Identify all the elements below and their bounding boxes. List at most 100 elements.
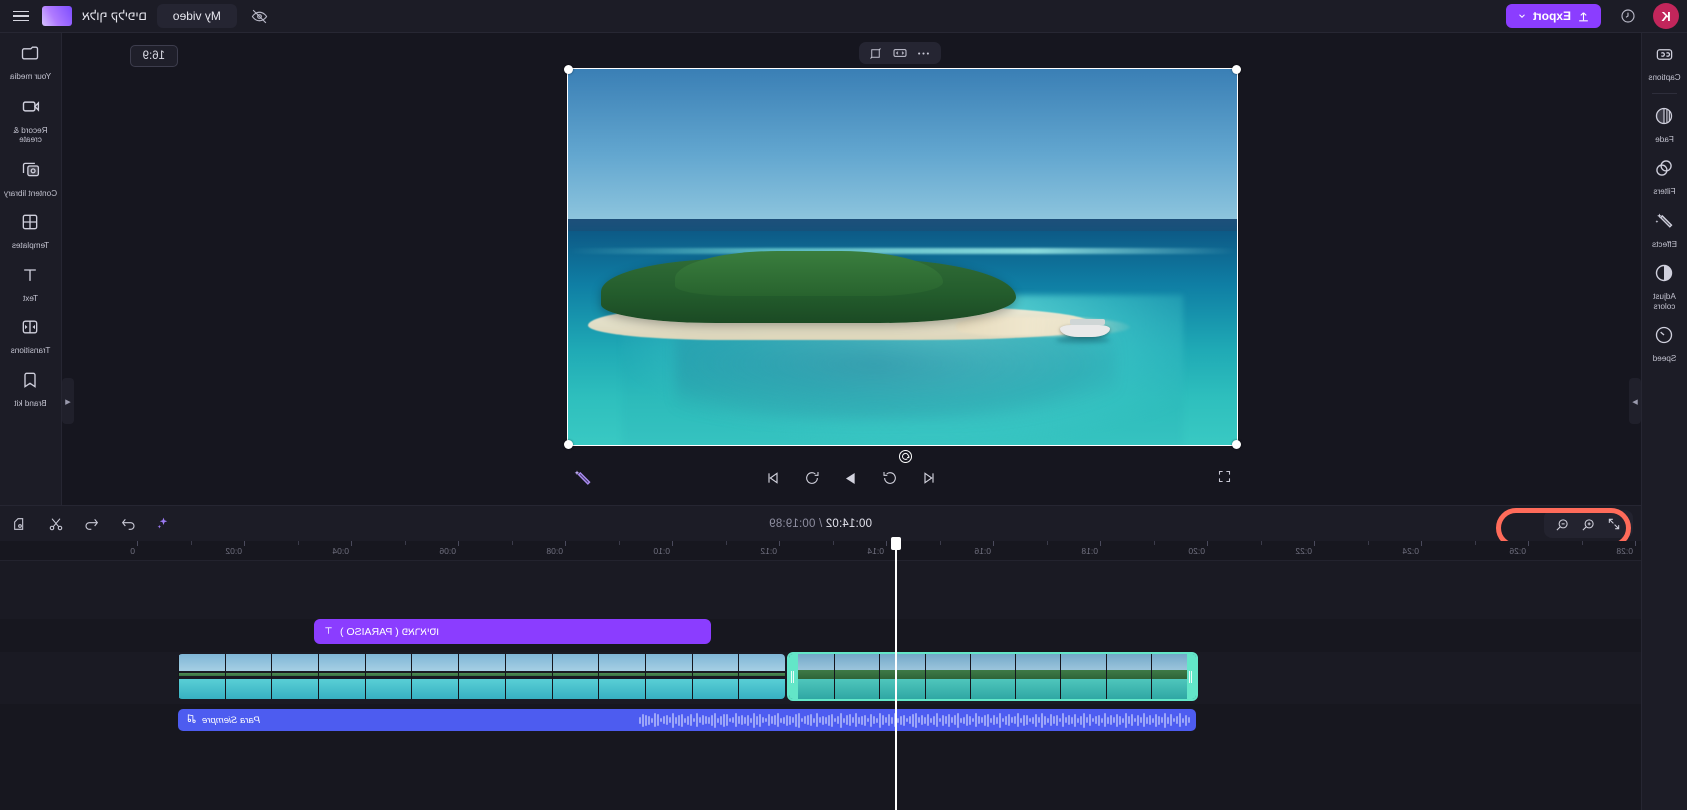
thumbnail [691, 654, 739, 699]
app-logo[interactable]: K [1653, 3, 1679, 29]
rail-item-effects[interactable]: Effects [1642, 203, 1687, 256]
rotate-flip-icon[interactable] [865, 44, 887, 62]
selection-handle-tr[interactable] [564, 65, 573, 74]
thumbnail [224, 654, 272, 699]
rail-item-speed[interactable]: Speed [1642, 317, 1687, 370]
history-icon[interactable] [1615, 3, 1641, 29]
zoom-out-icon[interactable] [1552, 514, 1573, 535]
preview-sky [568, 69, 1237, 224]
timeline-edit-tools [10, 514, 174, 534]
rail-label: Your media [9, 72, 52, 81]
content-library-icon [20, 159, 41, 185]
text-t-icon [323, 625, 334, 639]
more-options-icon[interactable] [913, 44, 935, 62]
brand-kit-icon [21, 370, 41, 395]
collapse-right-panel-button[interactable]: ◂ [62, 378, 74, 424]
hamburger-menu-icon[interactable] [10, 8, 32, 25]
effects-wand-icon [1655, 211, 1675, 236]
time-separator: / [815, 517, 826, 530]
trim-handle-right[interactable] [789, 654, 798, 699]
timeline-ruler[interactable]: 0 0:02 0:04 0:06 0:08 0:10 0:12 0:14 0:1… [0, 541, 1641, 561]
selection-handle-bl[interactable] [1232, 440, 1241, 449]
selection-handle-tl[interactable] [1232, 65, 1241, 74]
rail-item-brand-kit[interactable]: Brand kit [0, 362, 61, 415]
transitions-icon [21, 317, 41, 342]
preview-reef-line [568, 247, 1237, 255]
audio-waveform [178, 709, 1196, 731]
thumbnail [969, 654, 1016, 699]
fullscreen-icon[interactable] [1217, 469, 1232, 489]
rail-label: Fade [1655, 134, 1674, 144]
collapse-left-panel-button[interactable]: ▸ [1629, 378, 1641, 424]
timecode-display: 00:14:02 / 00:19:89 [769, 518, 872, 530]
text-t-icon [21, 265, 41, 290]
selection-handle-br[interactable] [564, 440, 573, 449]
top-bar-right: My video אלוף קליפים [0, 3, 273, 29]
transport-controls [763, 467, 941, 489]
audio-clip-label: Para Siempre [202, 714, 261, 726]
rail-label: Filters [1653, 187, 1676, 196]
audio-clip[interactable]: Para Siempre [178, 709, 1196, 731]
rail-item-templates[interactable]: Templates [0, 204, 61, 257]
rail-item-record-create[interactable]: Record & create [0, 88, 61, 151]
filters-icon [1655, 158, 1675, 183]
rotate-handle-icon[interactable] [899, 450, 912, 463]
rail-divider [1652, 92, 1677, 94]
ai-magic-wand-icon[interactable] [572, 468, 592, 493]
thumbnail [738, 654, 785, 699]
rail-item-content-library[interactable]: Content library [0, 151, 61, 205]
upload-icon [1579, 11, 1588, 21]
music-note-icon [186, 711, 197, 729]
skip-to-end-icon[interactable] [763, 467, 785, 489]
zoom-in-icon[interactable] [1578, 514, 1599, 535]
video-clip-selected[interactable] [787, 652, 1198, 701]
undo-icon[interactable] [82, 514, 102, 534]
duplicate-icon[interactable] [10, 514, 30, 534]
app-logo-letter: K [1661, 8, 1671, 24]
fit-to-screen-icon[interactable] [1604, 514, 1625, 535]
rail-item-text[interactable]: Text [0, 257, 61, 310]
project-name-field[interactable]: My video [156, 4, 237, 28]
rail-item-captions[interactable]: Captions [1642, 33, 1687, 89]
aspect-ratio-badge[interactable]: 16:9 [129, 45, 178, 67]
eye-off-icon[interactable] [247, 3, 273, 29]
rail-item-your-media[interactable]: Your media [0, 33, 61, 88]
thumbnail [318, 654, 365, 699]
account-name: אלוף קליפים [82, 9, 147, 23]
rail-item-filters[interactable]: Filters [1642, 150, 1687, 203]
timeline-tracks[interactable]: פאראיסו ( PARAISO ) Para Siempre [0, 561, 1641, 810]
account-avatar[interactable] [42, 6, 72, 26]
rail-item-fade[interactable]: Fade [1642, 98, 1687, 151]
total-time: 00:19:89 [769, 517, 816, 530]
redo-icon[interactable] [118, 514, 138, 534]
text-clip-label: פאראיסו ( PARAISO ) [340, 625, 439, 638]
rewind-5s-icon[interactable] [880, 467, 902, 489]
left-tool-rail: Captions Fade Filters Effects Adjust col… [1641, 33, 1687, 810]
play-icon[interactable] [841, 467, 863, 489]
skip-to-start-icon[interactable] [919, 467, 941, 489]
split-scissors-icon[interactable] [46, 514, 66, 534]
chevron-down-icon [1519, 14, 1525, 18]
ai-sparkle-icon[interactable] [154, 514, 174, 534]
crop-fit-icon[interactable] [889, 44, 911, 62]
current-time: 00:14:02 [825, 517, 872, 530]
video-clip-second[interactable] [178, 654, 785, 699]
thumbnail [834, 654, 880, 699]
thumbnail [1015, 654, 1061, 699]
trim-handle-left[interactable] [1187, 654, 1196, 699]
rail-label: Brand kit [14, 398, 47, 408]
rail-label: Effects [1652, 239, 1677, 249]
clip-floating-toolbar [859, 42, 941, 64]
rail-item-transitions[interactable]: Transitions [0, 309, 61, 362]
video-preview[interactable] [567, 68, 1238, 446]
timeline-toolbar: 00:14:02 / 00:19:89 [0, 505, 1641, 548]
export-button[interactable]: Export [1505, 4, 1601, 28]
rail-label: Adjust colors [1653, 292, 1676, 311]
track-background-top [0, 561, 1641, 619]
thumbnail [504, 654, 552, 699]
thumbnail [551, 654, 599, 699]
rail-item-adjust-colors[interactable]: Adjust colors [1642, 255, 1687, 317]
forward-5s-icon[interactable] [802, 467, 824, 489]
text-clip[interactable]: פאראיסו ( PARAISO ) [314, 619, 711, 644]
preview-island-canopy [675, 251, 943, 297]
